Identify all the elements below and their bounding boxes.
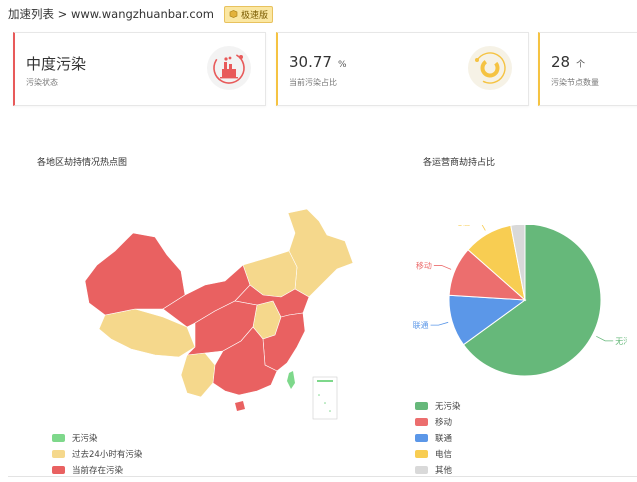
legend-swatch: [52, 450, 65, 458]
pie-legend-item[interactable]: 其他: [415, 464, 452, 476]
card-pollution-status: 中度污染 污染状态: [13, 32, 266, 106]
legend-label: 电信: [435, 450, 453, 460]
legend-swatch: [415, 466, 428, 474]
map-legend-item[interactable]: 无污染: [52, 432, 98, 444]
pie-slice-label: 联通: [413, 320, 429, 330]
bottom-divider: [8, 476, 637, 477]
pollution-nodes-label: 污染节点数量: [551, 78, 599, 87]
legend-swatch: [415, 434, 428, 442]
pie-slice-label: 电信: [454, 225, 470, 227]
pie-title: 各运营商劫持占比: [423, 158, 496, 168]
legend-swatch: [415, 450, 428, 458]
badge-label: 极速版: [241, 10, 269, 21]
map-region-northeast: [287, 208, 354, 298]
pollution-status-value: 中度污染: [26, 55, 87, 73]
pie-legend-item[interactable]: 移动: [415, 416, 452, 428]
pollution-ratio-value: 30.77%: [289, 53, 347, 71]
legend-swatch: [52, 434, 65, 442]
factory-pollution-icon: [207, 46, 251, 90]
legend-label: 移动: [435, 418, 453, 428]
stat-cards: 中度污染 污染状态 30.77% 当前污染占比 28 个 污染节点数量: [0, 32, 637, 106]
breadcrumb[interactable]: 加速列表 > www.wangzhuanbar.com: [8, 6, 214, 22]
legend-label: 无污染: [435, 402, 461, 412]
pie-slice-label: 无污染: [615, 336, 627, 346]
legend-label: 过去24小时有污染: [72, 450, 143, 460]
pie-leader-line: [596, 335, 614, 342]
pie-leader-line: [430, 321, 449, 326]
legend-label: 无污染: [72, 434, 98, 444]
legend-label: 当前存在污染: [72, 466, 124, 476]
map-region-taiwan: [287, 371, 295, 389]
pie-leader-line: [481, 225, 486, 231]
legend-label: 其他: [435, 466, 453, 476]
map-legend-item[interactable]: 当前存在污染: [52, 464, 123, 476]
map-region-xinjiang: [84, 232, 186, 316]
pollution-ratio-label: 当前污染占比: [289, 78, 337, 87]
legend-label: 联通: [435, 434, 453, 444]
legend-swatch: [415, 418, 428, 426]
pie-legend-item[interactable]: 无污染: [415, 400, 461, 412]
legend-swatch: [415, 402, 428, 410]
map-inset-south-china-sea: [312, 376, 338, 420]
map-region-yunnan: [180, 352, 216, 398]
card-pollution-ratio: 30.77% 当前污染占比: [276, 32, 529, 106]
box-icon: [229, 10, 238, 18]
breadcrumb-bar: 加速列表 > www.wangzhuanbar.com 极速版: [8, 5, 274, 23]
pie-slice-label: 移动: [416, 261, 432, 271]
pie-legend-item[interactable]: 联通: [415, 432, 452, 444]
pollution-status-label: 污染状态: [26, 78, 58, 87]
pie-legend-item[interactable]: 电信: [415, 448, 452, 460]
map-title: 各地区劫持情况热点图: [37, 158, 128, 168]
legend-swatch: [52, 466, 65, 474]
pollution-nodes-value: 28 个: [551, 53, 586, 71]
pie-leader-line: [433, 265, 452, 270]
card-pollution-nodes: 28 个 污染节点数量: [538, 32, 637, 106]
speed-badge: 极速版: [224, 5, 274, 23]
china-heat-map: [84, 208, 354, 420]
carrier-pie-chart: 无污染联通移动电信其他: [413, 225, 627, 377]
ring-percent-icon: [468, 46, 512, 90]
map-region-hainan: [235, 401, 245, 411]
map-legend-item[interactable]: 过去24小时有污染: [52, 448, 142, 460]
